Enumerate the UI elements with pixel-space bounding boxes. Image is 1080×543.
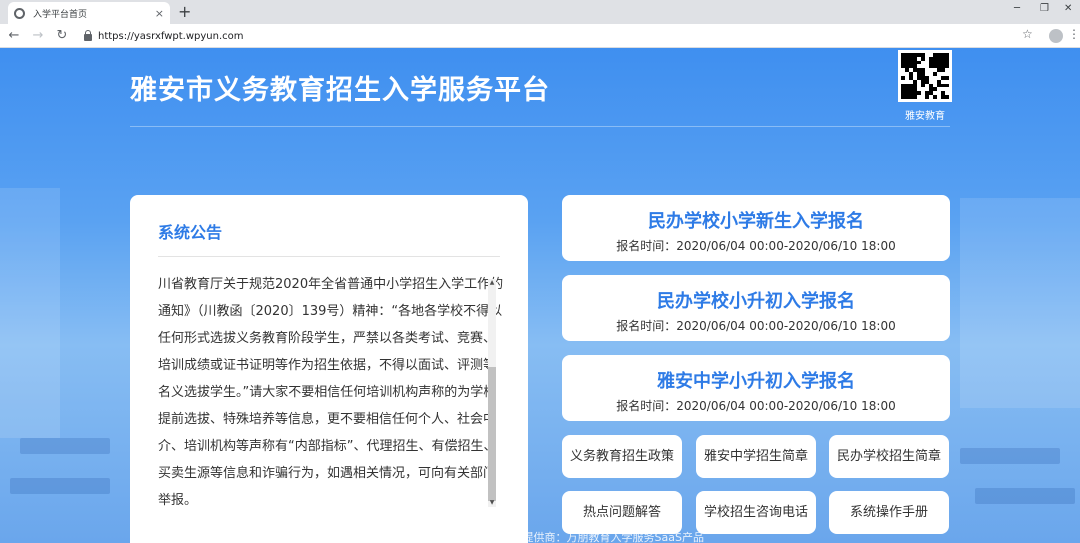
scroll-down-icon[interactable]: ▼ (488, 499, 496, 507)
title-divider (130, 126, 950, 127)
registration-time: 报名时间：2020/06/04 00:00-2020/06/10 18:00 (616, 319, 896, 333)
close-tab-icon[interactable]: × (155, 7, 164, 20)
address-bar[interactable]: https://yasrxfwpt.wpyun.com (84, 27, 1048, 45)
reload-icon[interactable]: ↻ (50, 28, 74, 43)
lock-icon (84, 29, 92, 41)
background-window (960, 198, 1080, 408)
user-manual-button[interactable]: 系统操作手册 (829, 491, 949, 534)
registration-title: 民办学校小升初入学报名 (657, 291, 855, 312)
notice-panel: 系统公告 川省教育厅关于规范2020年全省普通中小学招生入学工作的通知》（川教函… (130, 195, 528, 543)
window-close-icon[interactable]: ✕ (1064, 3, 1072, 14)
globe-icon (14, 7, 25, 19)
background-desk (975, 488, 1075, 504)
profile-avatar-icon[interactable] (1049, 29, 1063, 43)
private-school-brochure-button[interactable]: 民办学校招生简章 (829, 435, 949, 478)
browser-toolbar: ← → ↻ https://yasrxfwpt.wpyun.com (0, 24, 1080, 48)
back-icon[interactable]: ← (2, 28, 26, 43)
minimize-icon[interactable]: ─ (1014, 3, 1020, 14)
policy-button[interactable]: 义务教育招生政策 (562, 435, 682, 478)
page-content: 雅安市义务教育招生入学服务平台 雅安教育 系统公告 川省教育厅关于规范2020年… (0, 48, 1080, 543)
page-footer: 主办单位：雅安市教育局 软件提供商：万朋教育入学服务SaaS产品 (376, 531, 704, 543)
registration-card-private-middle[interactable]: 民办学校小升初入学报名 报名时间：2020/06/04 00:00-2020/0… (562, 275, 950, 341)
notice-body: 川省教育厅关于规范2020年全省普通中小学招生入学工作的通知》（川教函〔2020… (158, 277, 504, 508)
scrollbar-thumb[interactable] (488, 367, 496, 501)
registration-card-private-primary[interactable]: 民办学校小学新生入学报名 报名时间：2020/06/04 00:00-2020/… (562, 195, 950, 261)
browser-tab[interactable]: 入学平台首页 × (8, 2, 170, 24)
bookmark-star-icon[interactable]: ☆ (1022, 27, 1033, 41)
site-title: 雅安市义务教育招生入学服务平台 (130, 75, 550, 106)
menu-kebab-icon[interactable]: ⋮ (1068, 27, 1080, 41)
forward-icon[interactable]: → (26, 28, 50, 43)
notice-scrollbar[interactable]: ▲ ▼ (488, 279, 496, 507)
registration-title: 雅安中学小升初入学报名 (657, 371, 855, 392)
qr-label: 雅安教育 (905, 111, 945, 122)
faq-button[interactable]: 热点问题解答 (562, 491, 682, 534)
new-tab-button[interactable]: + (178, 2, 191, 21)
notice-title: 系统公告 (158, 223, 223, 242)
yaan-middle-brochure-button[interactable]: 雅安中学招生简章 (696, 435, 816, 478)
notice-divider (158, 256, 500, 257)
tab-title: 入学平台首页 (33, 9, 88, 20)
registration-card-yaan-middle[interactable]: 雅安中学小升初入学报名 报名时间：2020/06/04 00:00-2020/0… (562, 355, 950, 421)
browser-tab-strip: 入学平台首页 × + ─ ❐ ✕ (0, 0, 1080, 24)
maximize-icon[interactable]: ❐ (1040, 3, 1049, 14)
qr-code (898, 50, 952, 102)
background-window (0, 188, 60, 438)
scroll-up-icon[interactable]: ▲ (488, 279, 496, 287)
registration-time: 报名时间：2020/06/04 00:00-2020/06/10 18:00 (616, 239, 896, 253)
url-text: https://yasrxfwpt.wpyun.com (98, 30, 244, 42)
background-desk (10, 478, 110, 494)
registration-time: 报名时间：2020/06/04 00:00-2020/06/10 18:00 (616, 399, 896, 413)
background-desk (20, 438, 110, 454)
consult-phone-button[interactable]: 学校招生咨询电话 (696, 491, 816, 534)
registration-title: 民办学校小学新生入学报名 (648, 211, 864, 232)
background-desk (960, 448, 1060, 464)
